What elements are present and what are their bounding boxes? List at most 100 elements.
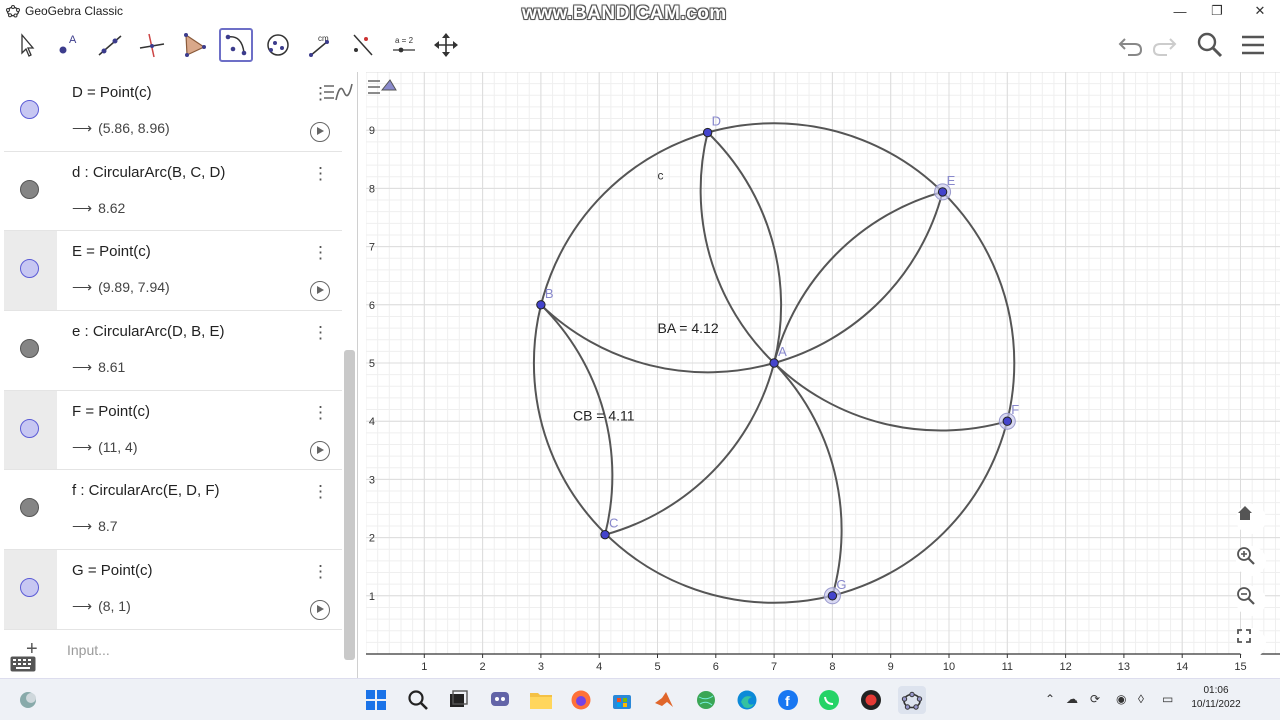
- algebra-definition[interactable]: d : CircularArc(B, C, D): [72, 164, 225, 181]
- graphics-canvas[interactable]: 1 2 3 4 5 6 7 8 9 10 11 12 13 14 15123456789cABCDEFGBA…: [366, 72, 1280, 678]
- point-B[interactable]: [536, 300, 546, 310]
- firefox-icon[interactable]: [567, 686, 595, 714]
- graphics-style-bar-icon[interactable]: [366, 72, 398, 100]
- perpendicular-tool-button[interactable]: [135, 28, 169, 62]
- slider-tool-button[interactable]: a = 2: [387, 28, 421, 62]
- point-E[interactable]: [937, 187, 948, 197]
- edge-icon[interactable]: [733, 686, 761, 714]
- chat-icon[interactable]: [486, 686, 514, 714]
- point-visibility-toggle[interactable]: [20, 418, 39, 438]
- close-button[interactable]: ✕: [1240, 0, 1280, 22]
- language-icon[interactable]: ◉: [1116, 692, 1126, 706]
- play-animation-icon[interactable]: [310, 600, 330, 621]
- play-animation-icon[interactable]: [310, 440, 330, 461]
- point-visibility-toggle[interactable]: [20, 578, 39, 598]
- weather-widget-icon[interactable]: [14, 686, 42, 714]
- standard-view-button[interactable]: [1236, 504, 1266, 534]
- point-label: D: [712, 114, 721, 129]
- zoom-out-button[interactable]: [1236, 586, 1266, 616]
- circular-arc-tool-button[interactable]: [219, 28, 253, 62]
- arc-visibility-toggle[interactable]: [20, 498, 39, 518]
- whatsapp-icon[interactable]: [815, 686, 843, 714]
- algebra-definition[interactable]: e : CircularArc(D, B, E): [72, 323, 225, 340]
- facebook-icon[interactable]: f: [774, 686, 802, 714]
- tray-chevron-icon[interactable]: ⌃: [1045, 692, 1055, 706]
- battery-icon[interactable]: ▭: [1162, 692, 1173, 706]
- visibility-marker[interactable]: [4, 550, 57, 629]
- distance-text[interactable]: CB = 4.11: [573, 407, 635, 423]
- move-graphics-view-button[interactable]: [429, 28, 463, 62]
- visibility-marker[interactable]: [4, 470, 57, 550]
- wifi-icon[interactable]: ◊: [1138, 692, 1144, 706]
- taskbar-search-icon[interactable]: [404, 686, 432, 714]
- search-button[interactable]: [1195, 30, 1225, 60]
- maximize-button[interactable]: ❐: [1197, 0, 1237, 22]
- algebra-row[interactable]: D = Point(c) ⟶ (5.86, 8.96) ⋮: [4, 72, 342, 152]
- more-options-icon[interactable]: ⋮: [312, 482, 329, 502]
- graphics-view[interactable]: 1 2 3 4 5 6 7 8 9 10 11 12 13 14 15 1 2 3 4 5 6 7 8 9 c A B C D E F G BA…: [366, 72, 1280, 678]
- algebra-definition[interactable]: F = Point(c): [72, 403, 150, 420]
- algebra-row[interactable]: d : CircularArc(B, C, D) ⟶ 8.62 ⋮: [4, 151, 342, 232]
- more-options-icon[interactable]: ⋮: [312, 243, 329, 263]
- algebra-definition[interactable]: G = Point(c): [72, 562, 152, 579]
- input-placeholder: Input...: [67, 642, 110, 658]
- point-C[interactable]: [600, 529, 610, 540]
- distance-text[interactable]: BA = 4.12: [658, 320, 719, 336]
- redo-button[interactable]: [1150, 30, 1180, 60]
- keyboard-icon[interactable]: [10, 656, 36, 672]
- algebra-row[interactable]: f : CircularArc(E, D, F) ⟶ 8.7 ⋮: [4, 470, 342, 551]
- minimize-button[interactable]: —: [1160, 0, 1200, 22]
- algebra-row[interactable]: E = Point(c) ⟶ (9.89, 7.94) ⋮: [4, 231, 342, 312]
- store-icon[interactable]: [608, 686, 636, 714]
- input-bar[interactable]: + Input...: [4, 628, 342, 678]
- more-options-icon[interactable]: ⋮: [312, 403, 329, 423]
- file-explorer-icon[interactable]: [527, 686, 555, 714]
- point-visibility-toggle[interactable]: [20, 100, 39, 119]
- distance-tool-button[interactable]: cm: [303, 28, 337, 62]
- move-tool-button[interactable]: [9, 28, 43, 62]
- arc-visibility-toggle[interactable]: [20, 179, 39, 199]
- algebra-row[interactable]: G = Point(c) ⟶ (8, 1) ⋮: [4, 550, 342, 630]
- algebra-view-style-icon[interactable]: [322, 78, 354, 106]
- visibility-marker[interactable]: [4, 231, 57, 311]
- geogebra-taskbar-icon[interactable]: [898, 686, 926, 714]
- polygon-tool-button[interactable]: [177, 28, 211, 62]
- globe-icon[interactable]: [692, 686, 720, 714]
- algebra-scrollbar[interactable]: [344, 350, 355, 660]
- circle-tool-button[interactable]: [261, 28, 295, 62]
- algebra-row[interactable]: F = Point(c) ⟶ (11, 4) ⋮: [4, 390, 342, 471]
- visibility-marker[interactable]: [4, 311, 57, 390]
- algebra-definition[interactable]: D = Point(c): [72, 84, 152, 101]
- point-visibility-toggle[interactable]: [20, 259, 39, 279]
- matlab-icon[interactable]: [650, 686, 678, 714]
- play-animation-icon[interactable]: [310, 122, 330, 142]
- more-options-icon[interactable]: ⋮: [312, 323, 329, 343]
- more-options-icon[interactable]: ⋮: [312, 164, 329, 184]
- windows-start-icon[interactable]: [362, 686, 390, 714]
- point-D[interactable]: [702, 127, 713, 138]
- visibility-marker[interactable]: [4, 72, 57, 151]
- point-G[interactable]: [827, 591, 838, 601]
- algebra-definition[interactable]: E = Point(c): [72, 243, 151, 260]
- reflect-tool-button[interactable]: [345, 28, 379, 62]
- more-options-icon[interactable]: ⋮: [312, 562, 329, 582]
- algebra-row[interactable]: e : CircularArc(D, B, E) ⟶ 8.61 ⋮: [4, 311, 342, 391]
- undo-button[interactable]: [1115, 30, 1145, 60]
- system-clock[interactable]: 01:06 10/11/2022: [1188, 684, 1244, 712]
- record-icon[interactable]: [857, 686, 885, 714]
- point-A[interactable]: [769, 358, 779, 368]
- line-tool-button[interactable]: [93, 28, 127, 62]
- visibility-marker[interactable]: [4, 390, 57, 470]
- point-tool-button[interactable]: A: [51, 28, 85, 62]
- visibility-marker[interactable]: [4, 151, 57, 231]
- algebra-definition[interactable]: f : CircularArc(E, D, F): [72, 482, 220, 499]
- zoom-in-button[interactable]: [1236, 546, 1266, 576]
- onedrive-icon[interactable]: ☁: [1066, 692, 1078, 706]
- point-F[interactable]: [1002, 416, 1012, 426]
- arc-visibility-toggle[interactable]: [20, 339, 39, 359]
- sync-icon[interactable]: ⟳: [1090, 692, 1100, 706]
- fullscreen-button[interactable]: [1236, 628, 1266, 658]
- task-view-icon[interactable]: [444, 686, 472, 714]
- main-menu-button[interactable]: [1238, 30, 1268, 60]
- play-animation-icon[interactable]: [310, 281, 330, 302]
